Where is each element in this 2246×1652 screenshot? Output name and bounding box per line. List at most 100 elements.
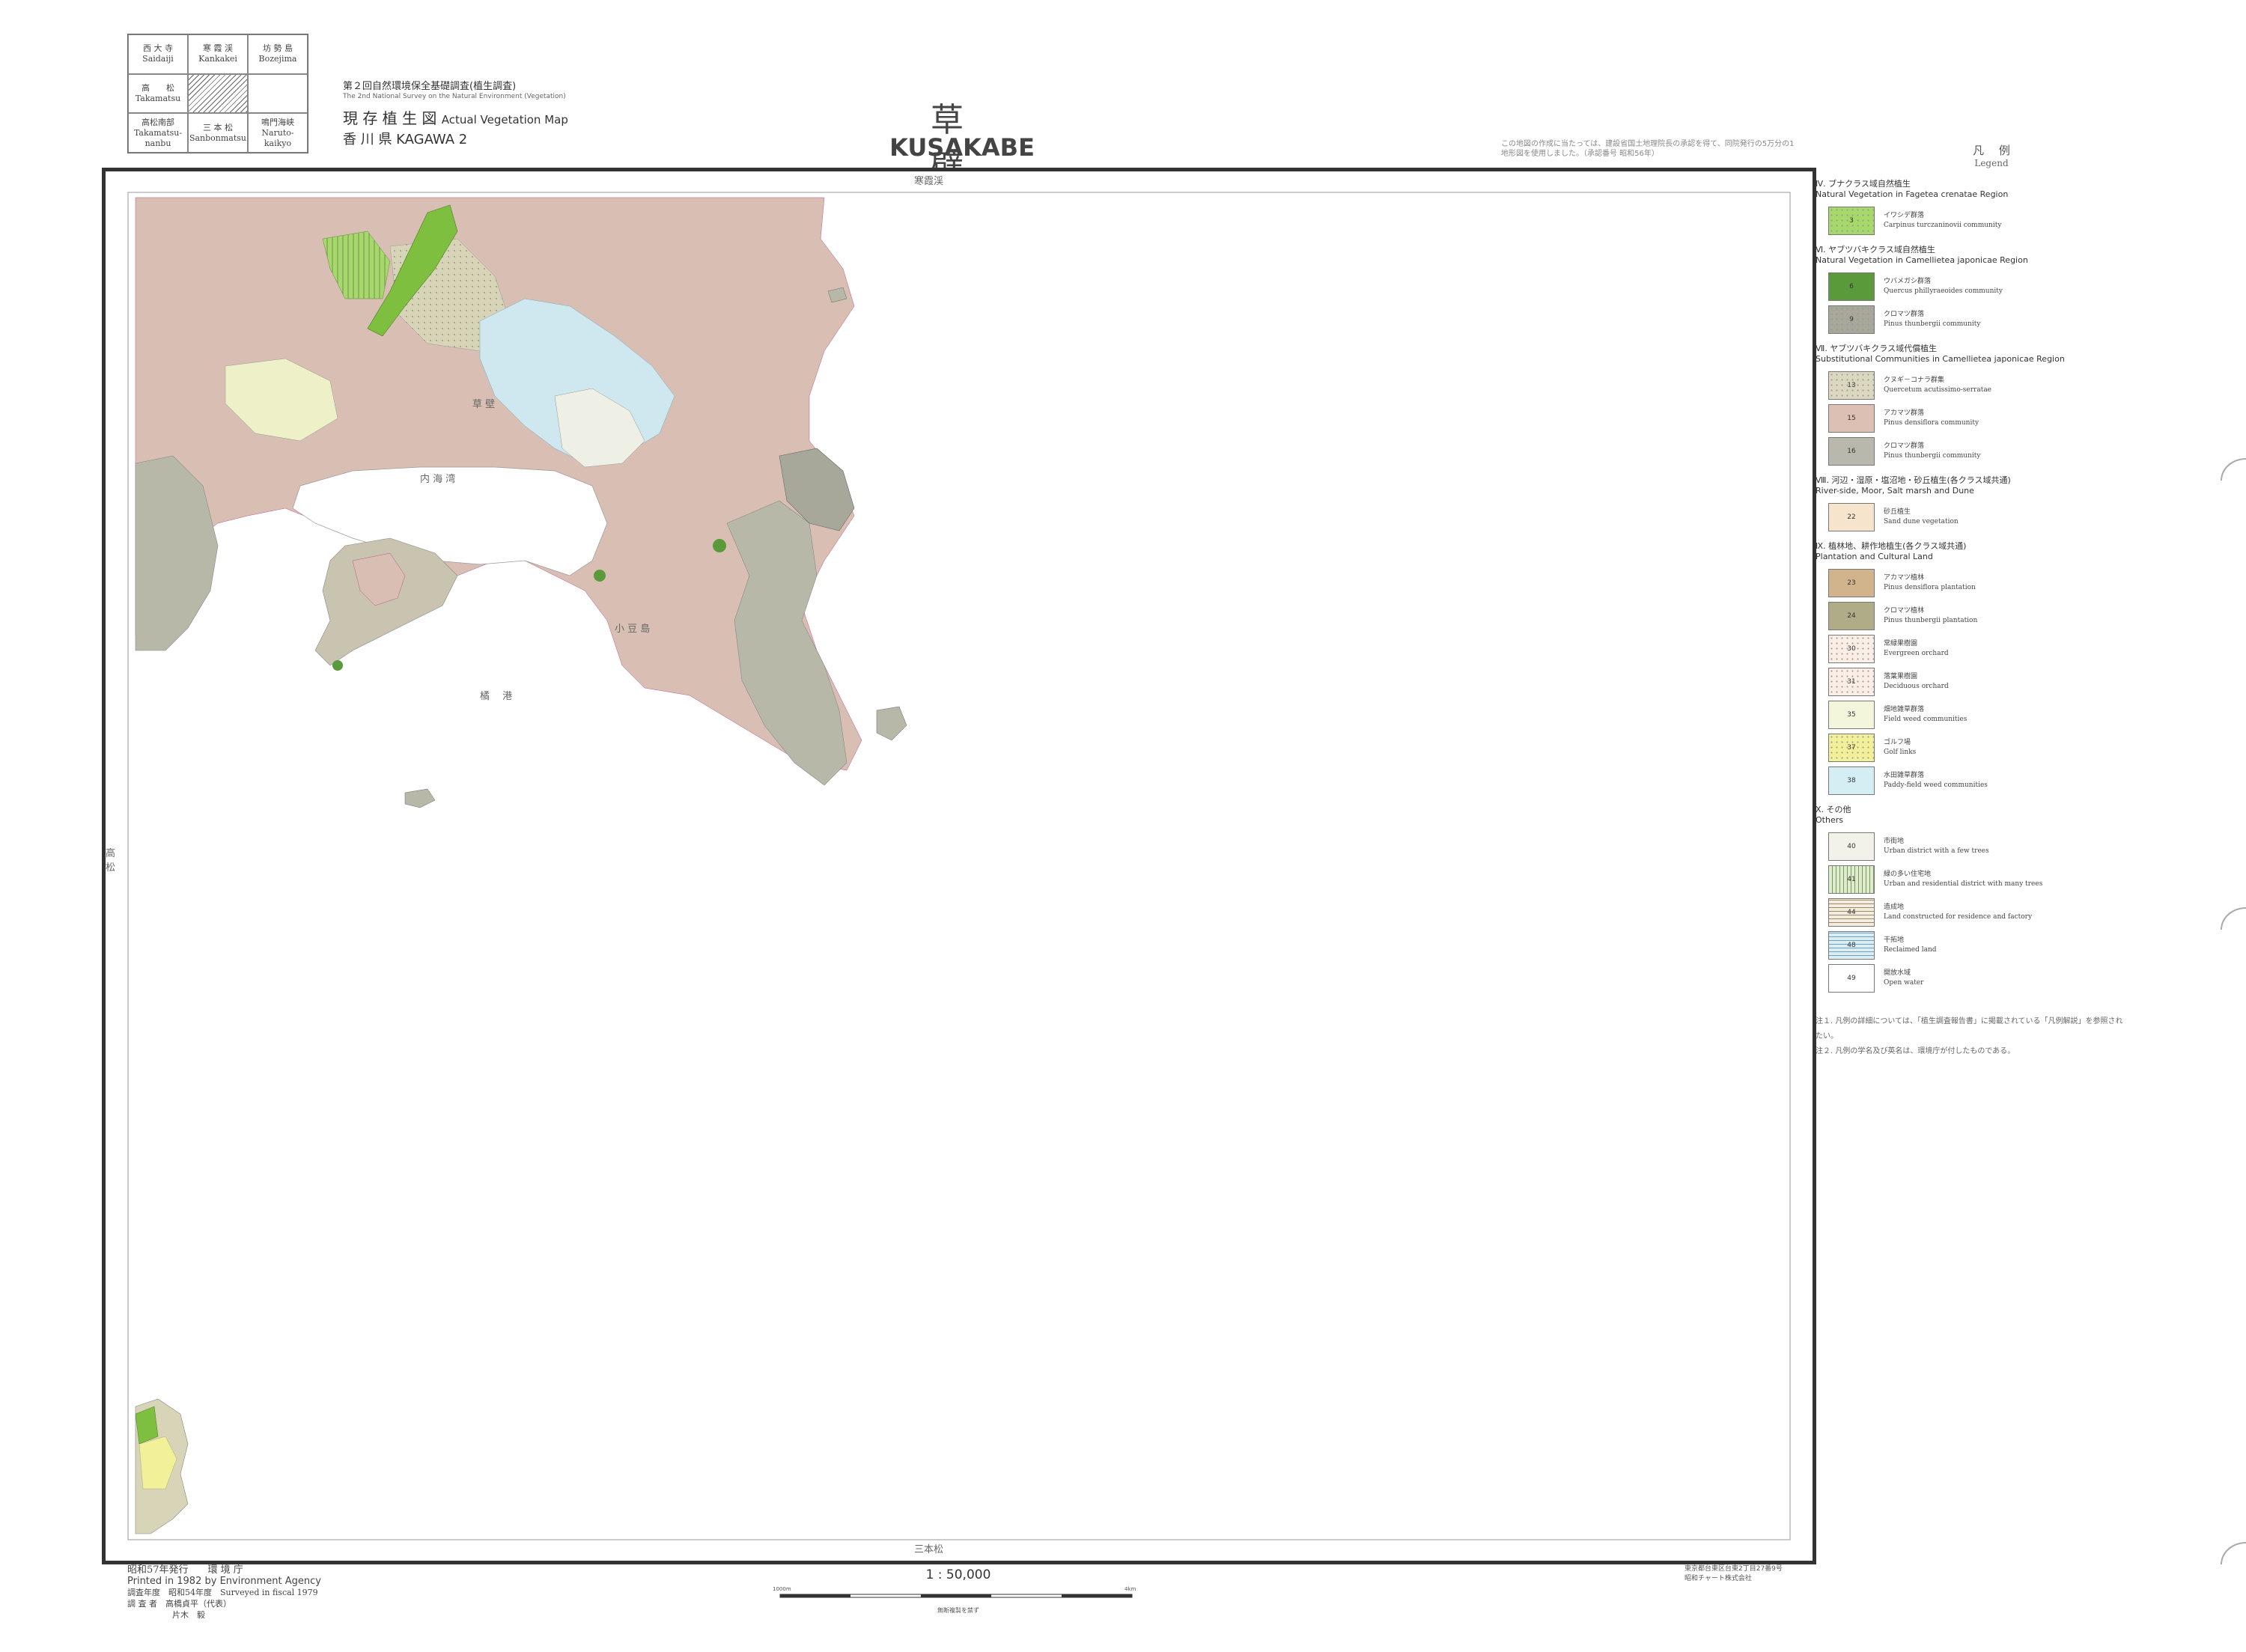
map-edge-label-bottom: 三本松 bbox=[914, 1544, 944, 1555]
legend-item: 9 クロマツ群落 Pinus thunbergii community bbox=[1828, 303, 2130, 336]
island-small-south bbox=[404, 788, 436, 808]
scale-note: 無断複製を禁ず bbox=[937, 1607, 979, 1614]
scale-start-label: 1000m bbox=[773, 1586, 791, 1592]
legend-note: 注２. 凡例の学名及び英名は、環境庁が付したものである。 bbox=[1816, 1047, 2015, 1055]
legend-swatch: 15 bbox=[1828, 404, 1875, 433]
printer-name: 昭和チャート株式会社 bbox=[1684, 1575, 1752, 1582]
legend-note: 注１. 凡例の詳細については、「植生調査報告書」に掲載されている「凡例解説」を参… bbox=[1816, 1017, 2123, 1040]
legend-item-en: Pinus thunbergii plantation bbox=[1884, 617, 1978, 624]
legend-item-jp: ゴルフ場 bbox=[1884, 739, 1911, 746]
legend-swatch: 9 bbox=[1828, 305, 1875, 334]
legend-swatch: 37 bbox=[1828, 734, 1875, 762]
legend-item: 16 クロマツ群落 Pinus thunbergii community bbox=[1828, 435, 2130, 468]
place-label-bay: 内 海 湾 bbox=[420, 474, 456, 485]
legend-item-jp: 常緑果樹園 bbox=[1884, 640, 1918, 647]
legend-item-jp: クヌギ－コナラ群集 bbox=[1884, 377, 1945, 384]
legend-item-jp: 干拓地 bbox=[1884, 936, 1905, 944]
legend-item-text: 造成地 Land constructed for residence and fa… bbox=[1884, 903, 2032, 922]
map-type-jp: 現 存 植 生 図 bbox=[343, 109, 437, 127]
legend-item-en: Open water bbox=[1884, 979, 1924, 987]
legend-item: 13 クヌギ－コナラ群集 Quercetum acutissimo-serratae bbox=[1828, 369, 2130, 402]
legend-swatch: 13 bbox=[1828, 371, 1875, 400]
index-label-en: Takamatsu bbox=[135, 93, 181, 103]
index-cell-e bbox=[248, 73, 308, 114]
legend-item: 41 緑の多い住宅地 Urban and residential district … bbox=[1828, 863, 2130, 896]
legend-item-jp: アカマツ植林 bbox=[1884, 574, 1925, 582]
legend-item-jp: クロマツ植林 bbox=[1884, 607, 1925, 615]
binder-hole-mark bbox=[2221, 458, 2246, 481]
legend-item-en: Field weed communities bbox=[1884, 716, 1967, 723]
index-label-jp: 高 松 bbox=[141, 82, 174, 93]
island-small-east bbox=[876, 706, 907, 741]
legend-title-jp: 凡 例 bbox=[1973, 144, 2010, 157]
legend-item-en: Pinus thunbergii community bbox=[1884, 452, 1981, 460]
legend-section-title-jp: Ⅳ. ブナクラス域自然植生 bbox=[1816, 179, 1911, 189]
index-label-jp: 三 本 松 bbox=[203, 122, 233, 132]
legend-title-en: Legend bbox=[1974, 158, 2009, 168]
legend-item-text: クヌギ－コナラ群集 Quercetum acutissimo-serratae bbox=[1884, 376, 1991, 395]
legend-section-title-jp: Ⅹ. その他 bbox=[1816, 805, 1851, 814]
legend-item: 37 ゴルフ場 Golf links bbox=[1828, 731, 2130, 764]
legend-swatch: 24 bbox=[1828, 602, 1875, 630]
index-label-jp: 鳴門海峡 bbox=[261, 117, 294, 127]
legend-item: 30 常緑果樹園 Evergreen orchard bbox=[1828, 633, 2130, 665]
legend-section: Ⅵ. ヤブツバキクラス域自然植生 Natural Vegetation in Ca… bbox=[1816, 245, 2130, 336]
legend-item-text: 開放水域 Open water bbox=[1884, 969, 1923, 988]
legend-swatch: 35 bbox=[1828, 701, 1875, 729]
index-cell-ne: 坊 勢 島 Bozejima bbox=[248, 34, 308, 74]
legend-item-text: ゴルフ場 Golf links bbox=[1884, 738, 1916, 758]
place-label-sea: 橘 港 bbox=[480, 691, 513, 702]
binder-hole-mark bbox=[2221, 1542, 2246, 1564]
legend-item: 3 イワシデ群落 Carpinus turczaninovii community bbox=[1828, 204, 2130, 237]
legend-item: 23 アカマツ植林 Pinus densiflora plantation bbox=[1828, 567, 2130, 600]
surveyor-2: 片木 毅 bbox=[172, 1610, 205, 1620]
index-cell-w: 高 松 Takamatsu bbox=[128, 73, 188, 114]
map-edge-label-left: 高松 bbox=[106, 848, 116, 874]
legend-item-jp: アカマツ群落 bbox=[1884, 409, 1925, 417]
legend-item: 49 開放水域 Open water bbox=[1828, 962, 2130, 995]
legend-item-text: 市街地 Urban district with a few trees bbox=[1884, 837, 1989, 856]
legend-swatch: 16 bbox=[1828, 437, 1875, 466]
legend-swatch: 49 bbox=[1828, 964, 1875, 993]
legend-item-en: Pinus densiflora community bbox=[1884, 419, 1979, 427]
legend-swatch: 31 bbox=[1828, 668, 1875, 696]
publication-info: 昭和57年発行 環 境 庁 Printed in 1982 by Environ… bbox=[127, 1564, 321, 1621]
legend-item-jp: 水田雑草群落 bbox=[1884, 772, 1925, 779]
legend-item-text: ウバメガシ群落 Quercus phillyraeoides community bbox=[1884, 277, 2003, 296]
index-cell-se: 鳴門海峡 Naruto-kaikyo bbox=[248, 113, 308, 153]
map-type: 現 存 植 生 図 Actual Vegetation Map bbox=[343, 106, 568, 128]
printer-info: 東京都台東区台東2丁目27番9号 昭和チャート株式会社 bbox=[1684, 1564, 1783, 1584]
legend-item-en: Golf links bbox=[1884, 749, 1917, 756]
legend-item-text: イワシデ群落 Carpinus turczaninovii community bbox=[1884, 211, 2001, 231]
legend-sections: Ⅳ. ブナクラス域自然植生 Natural Vegetation in Faget… bbox=[1816, 179, 2130, 995]
legend-swatch: 48 bbox=[1828, 931, 1875, 960]
legend-item-text: 干拓地 Reclaimed land bbox=[1884, 936, 1937, 955]
index-label-jp: 寒 霞 渓 bbox=[203, 43, 233, 54]
legend-item-text: アカマツ群落 Pinus densiflora community bbox=[1884, 409, 1979, 428]
place-label-town: 草 壁 bbox=[472, 399, 496, 410]
legend-item: 38 水田雑草群落 Paddy-field weed communities bbox=[1828, 764, 2130, 797]
legend-item-text: 畑地雑草群落 Field weed communities bbox=[1884, 705, 1967, 725]
legend-swatch: 22 bbox=[1828, 503, 1875, 531]
legend-swatch: 40 bbox=[1828, 832, 1875, 861]
legend-item-en: Carpinus turczaninovii community bbox=[1884, 222, 2002, 229]
legend-item-jp: 落葉果樹園 bbox=[1884, 673, 1918, 680]
legend-section-title-en: Substitutional Communities in Camelliete… bbox=[1816, 354, 2065, 364]
index-label-en: Kankakei bbox=[198, 54, 237, 64]
legend-item-en: Reclaimed land bbox=[1884, 946, 1937, 954]
surveyor: 調 査 者 高橋貞平（代表） bbox=[127, 1599, 231, 1609]
legend-item-en: Quercetum acutissimo-serratae bbox=[1884, 386, 1992, 394]
legend-item-text: 砂丘植生 Sand dune vegetation bbox=[1884, 508, 1959, 527]
map-edge-label-top: 寒霞渓 bbox=[914, 176, 944, 187]
legend-swatch: 3 bbox=[1828, 207, 1875, 235]
legend-item: 40 市街地 Urban district with a few trees bbox=[1828, 830, 2130, 863]
legend-item: 48 干拓地 Reclaimed land bbox=[1828, 929, 2130, 962]
index-label-en: Takamatsu-nanbu bbox=[133, 127, 183, 148]
coastal-green bbox=[332, 660, 343, 671]
legend-section: Ⅶ. ヤブツバキクラス域代償植生 Substitutional Communiti… bbox=[1816, 344, 2130, 468]
legend-item-text: クロマツ植林 Pinus thunbergii plantation bbox=[1884, 606, 1977, 626]
index-label-jp: 坊 勢 島 bbox=[263, 43, 293, 54]
vegetation-map[interactable]: 寒霞渓 三本松 高松 内 海 湾 草 壁 橘 港 小 豆 島 bbox=[102, 168, 1816, 1564]
index-map: 西 大 寺 Saidaiji 寒 霞 渓 Kankakei 坊 勢 島 Bozejim… bbox=[127, 34, 308, 153]
index-cell-sw: 高松南部 Takamatsu-nanbu bbox=[128, 113, 188, 153]
